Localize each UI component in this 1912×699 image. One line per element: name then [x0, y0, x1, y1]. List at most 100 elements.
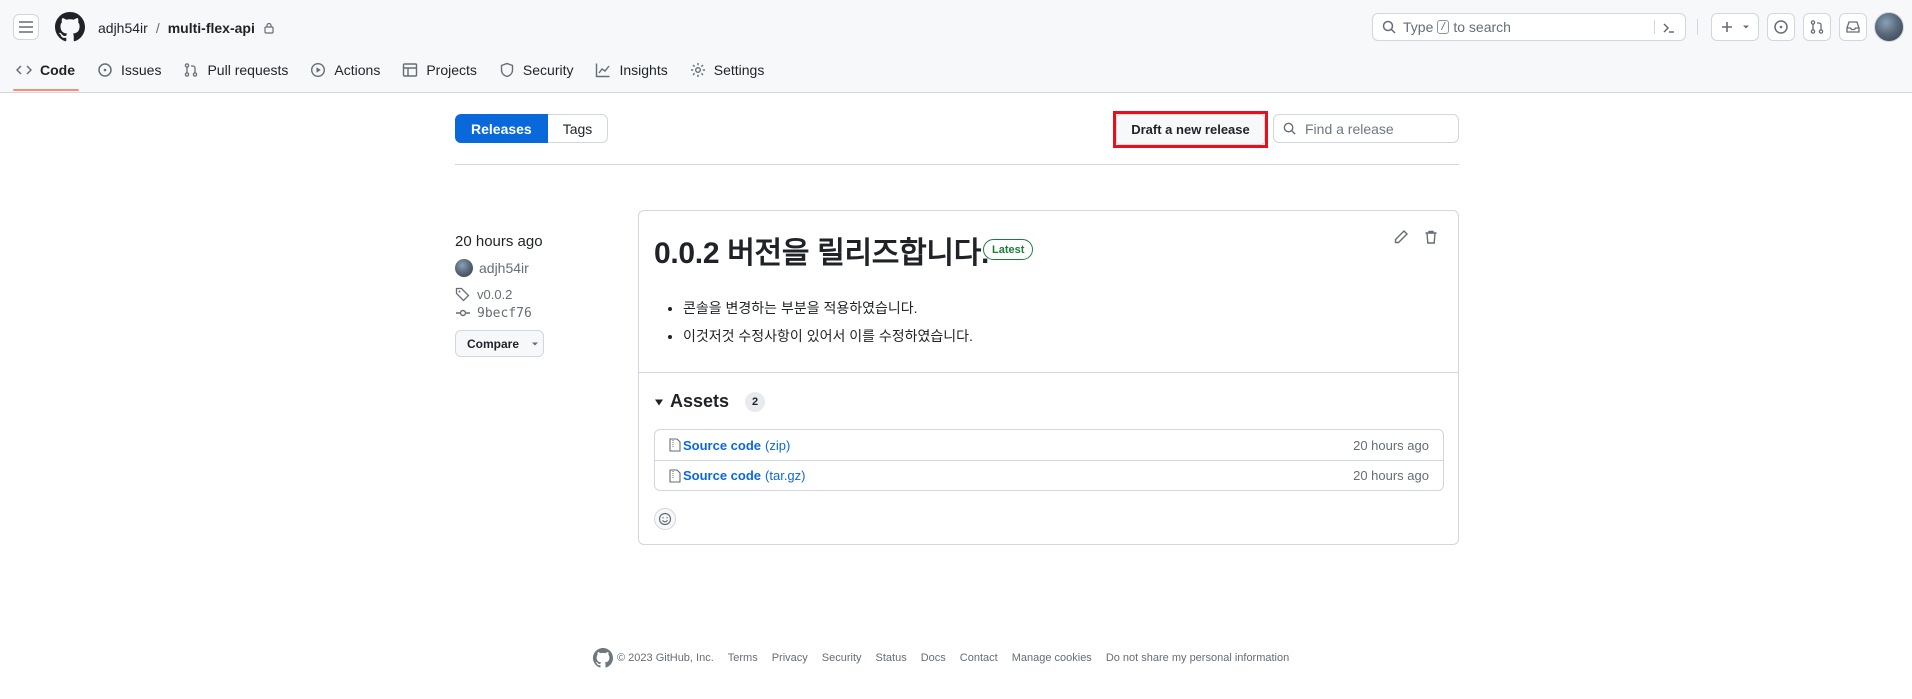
asset-time: 20 hours ago [1353, 468, 1429, 483]
release-note-item: 이것저것 수정사항이 있어서 이를 수정하였습니다. [683, 326, 973, 346]
tab-label: Actions [334, 62, 381, 78]
tag-name: v0.0.2 [477, 286, 513, 302]
github-logo-icon[interactable] [55, 12, 85, 42]
card-divider [639, 372, 1458, 373]
footer-link-security[interactable]: Security [822, 652, 862, 664]
compare-label: Compare [467, 336, 520, 351]
search-shortcut-key: / [1437, 20, 1450, 34]
latest-badge: Latest [983, 239, 1034, 260]
inbox-button[interactable] [1839, 13, 1867, 41]
repo-nav: Code Issues Pull requests Actions Projec… [16, 58, 786, 82]
gear-icon [690, 63, 705, 77]
releases-tab-button[interactable]: Releases [455, 114, 548, 143]
github-logo-icon[interactable] [593, 648, 613, 668]
command-palette-icon[interactable] [1661, 20, 1677, 36]
footer-link-privacy[interactable]: Privacy [772, 652, 808, 664]
tab-label: Settings [713, 62, 765, 78]
toolbar-divider [455, 164, 1459, 165]
add-reaction-button[interactable] [654, 508, 676, 530]
chevron-down-icon [1743, 25, 1749, 29]
asset-row[interactable]: Source code (tar.gz) 20 hours ago [655, 460, 1443, 490]
pull-request-icon [1810, 20, 1824, 34]
asset-row[interactable]: Source code (zip) 20 hours ago [655, 430, 1443, 460]
repo-link[interactable]: multi-flex-api [168, 20, 255, 36]
release-author[interactable]: adjh54ir [455, 259, 529, 277]
asset-name[interactable]: Source code [683, 438, 761, 453]
triangle-down-icon [655, 399, 663, 405]
search-divider [1654, 20, 1655, 34]
tags-tab-button[interactable]: Tags [547, 114, 609, 143]
tab-issues[interactable]: Issues [97, 58, 161, 82]
author-avatar [455, 259, 473, 277]
footer-link-manage-cookies[interactable]: Manage cookies [1012, 652, 1092, 664]
assets-heading: Assets [670, 391, 730, 411]
issues-button[interactable] [1767, 13, 1795, 41]
asset-ext[interactable]: (tar.gz) [765, 468, 805, 483]
file-zip-icon [669, 468, 681, 483]
asset-name[interactable]: Source code [683, 468, 761, 483]
play-icon [311, 62, 326, 78]
file-zip-icon [669, 438, 681, 452]
global-header: adjh54ir / multi-flex-api Type / to sear… [0, 0, 1912, 93]
header-divider [1697, 19, 1698, 35]
footer-copyright: © 2023 GitHub, Inc. [617, 652, 714, 664]
trash-icon[interactable] [1423, 229, 1439, 245]
tab-actions[interactable]: Actions [310, 58, 380, 82]
active-tab-indicator [13, 89, 79, 91]
footer-link-docs[interactable]: Docs [921, 652, 946, 664]
footer-link-contact[interactable]: Contact [960, 652, 998, 664]
tag-icon [455, 287, 470, 302]
tab-label: Projects [426, 62, 477, 78]
asset-time: 20 hours ago [1353, 437, 1429, 453]
draft-new-release-button[interactable]: Draft a new release [1116, 114, 1265, 145]
release-commit[interactable]: 9becf76 [455, 305, 532, 321]
tab-insights[interactable]: Insights [595, 58, 668, 82]
search-input[interactable]: Type / to search [1372, 13, 1686, 41]
inbox-icon [1846, 21, 1860, 33]
find-release-input[interactable]: Find a release [1273, 114, 1459, 143]
plus-icon [1722, 22, 1732, 32]
user-avatar[interactable] [1874, 12, 1904, 42]
pull-request-icon [185, 63, 198, 77]
tab-projects[interactable]: Projects [402, 58, 477, 82]
release-card: 0.0.2 버전을 릴리즈합니다. Latest 콘솔을 변경하는 부분을 적용… [638, 210, 1459, 545]
search-suffix: to search [1453, 19, 1511, 35]
tab-label: Issues [121, 62, 162, 78]
compare-button[interactable]: Compare [455, 330, 544, 357]
issue-icon [98, 63, 112, 77]
tab-settings[interactable]: Settings [690, 58, 765, 82]
commit-sha: 9becf76 [477, 305, 532, 321]
graph-icon [596, 63, 611, 78]
releases-tags-toggle: Releases Tags [455, 114, 609, 143]
tab-security[interactable]: Security [499, 58, 573, 82]
author-name[interactable]: adjh54ir [479, 260, 529, 276]
release-tag[interactable]: v0.0.2 [455, 286, 512, 302]
breadcrumb-separator: / [155, 20, 160, 36]
footer-link-terms[interactable]: Terms [728, 652, 758, 664]
create-new-button[interactable] [1711, 13, 1759, 41]
pencil-icon[interactable] [1393, 229, 1409, 245]
search-prefix: Type [1403, 19, 1434, 35]
shield-icon [500, 62, 514, 78]
draft-release-highlight: Draft a new release [1113, 111, 1268, 148]
tab-pull-requests[interactable]: Pull requests [183, 58, 288, 82]
release-time: 20 hours ago [455, 233, 543, 250]
pull-requests-button[interactable] [1803, 13, 1831, 41]
release-notes: 콘솔을 변경하는 부분을 적용하였습니다. 이것저것 수정사항이 있어서 이를 … [683, 298, 973, 354]
footer-link-status[interactable]: Status [876, 652, 907, 664]
asset-ext[interactable]: (zip) [765, 438, 790, 453]
assets-count: 2 [745, 391, 766, 412]
footer-link-do-not-share[interactable]: Do not share my personal information [1106, 652, 1289, 664]
assets-list: Source code (zip) 20 hours ago Source co… [654, 429, 1444, 491]
owner-link[interactable]: adjh54ir [98, 20, 148, 36]
tab-label: Insights [619, 62, 668, 78]
search-icon [1283, 122, 1296, 135]
tab-label: Pull requests [207, 62, 289, 78]
hamburger-icon [19, 21, 33, 33]
assets-toggle[interactable]: Assets 2 [654, 391, 766, 412]
release-note-item: 콘솔을 변경하는 부분을 적용하였습니다. [683, 298, 973, 318]
tab-code[interactable]: Code [16, 58, 75, 82]
code-icon [16, 65, 32, 75]
release-title[interactable]: 0.0.2 버전을 릴리즈합니다. [654, 228, 989, 272]
menu-button[interactable] [13, 14, 39, 40]
